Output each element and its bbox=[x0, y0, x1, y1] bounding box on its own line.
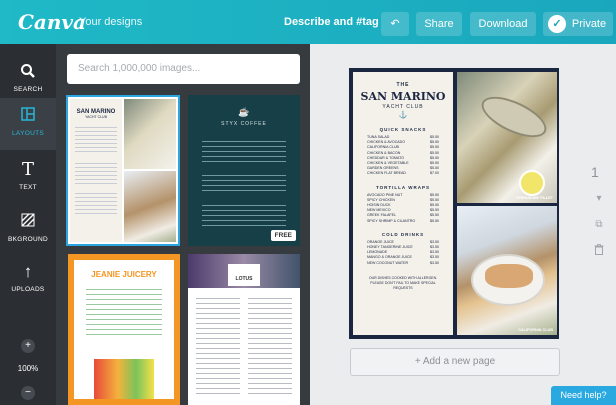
download-button[interactable]: Download bbox=[470, 12, 536, 36]
coffee-cup-icon: ☕ bbox=[238, 107, 250, 117]
menu-item-name: CHICKEN FLAT BREAD bbox=[367, 171, 407, 176]
canvas-area: THE SAN MARINO YACHT CLUB ⚓ QUICK SNACKS… bbox=[310, 44, 616, 405]
menu-the-label: THE bbox=[396, 82, 410, 88]
rail-item-text[interactable]: T TEXT bbox=[0, 152, 56, 204]
anchor-icon: ⚓ bbox=[398, 112, 408, 119]
thumbnail-salmon-photo bbox=[124, 171, 176, 242]
thumbnail-text-lines bbox=[75, 127, 117, 155]
free-badge: FREE bbox=[270, 230, 296, 241]
undo-button[interactable]: ↶ bbox=[381, 12, 409, 36]
menu-text-column[interactable]: THE SAN MARINO YACHT CLUB ⚓ QUICK SNACKS… bbox=[353, 72, 453, 335]
zoom-in-button[interactable]: + bbox=[21, 339, 35, 353]
layout-thumbnail-san-marino[interactable]: SAN MARINO YACHT CLUB bbox=[66, 95, 180, 246]
need-help-button[interactable]: Need help? bbox=[551, 386, 616, 405]
rail-item-uploads[interactable]: ↑ UPLOADS bbox=[0, 254, 56, 306]
rail-label-search: SEARCH bbox=[13, 86, 43, 93]
thumbnail-title: STYX COFFEE bbox=[221, 121, 267, 127]
thumbnail-text-lines bbox=[248, 298, 292, 398]
menu-section-title[interactable]: TORTILLA WRAPS bbox=[353, 185, 453, 190]
photo-caption: CALIFORNIA CLUB bbox=[518, 328, 553, 332]
thumbnail-fish-photo bbox=[124, 99, 176, 169]
menu-item-price: $7.00 bbox=[430, 171, 439, 176]
fish-shape bbox=[475, 88, 553, 146]
photo-caption: GRENADINE FILLET bbox=[516, 196, 553, 200]
undo-icon: ↶ bbox=[390, 18, 400, 30]
thumbnail-page: JEANIE JUICERY bbox=[74, 260, 174, 399]
page-number: 1 bbox=[591, 164, 599, 180]
design-title[interactable]: Describe and #tag bbox=[284, 16, 379, 28]
lemon-shape bbox=[519, 170, 545, 196]
your-designs-link[interactable]: Your designs bbox=[79, 16, 142, 28]
thumbnail-text-lines bbox=[75, 163, 117, 185]
layout-thumbnail-styx-coffee[interactable]: ☕ STYX COFFEE FREE bbox=[188, 95, 300, 246]
menu-title[interactable]: SAN MARINO bbox=[353, 90, 453, 103]
layout-thumbnail-jeanie-juicery[interactable]: JEANIE JUICERY bbox=[68, 254, 180, 405]
menu-footer[interactable]: OUR DISHES COOKED WITH ALLERGEN. PLEASE … bbox=[353, 276, 453, 291]
menu-section-title[interactable]: COLD DRINKS bbox=[353, 232, 453, 237]
upload-arrow-icon: ↑ bbox=[23, 262, 33, 281]
rail-item-background[interactable]: BKGROUND bbox=[0, 204, 56, 256]
menu-item[interactable]: SPICY SHRIMP & CILANTRO $5.50 bbox=[353, 219, 453, 224]
canva-logo[interactable]: Canva bbox=[18, 10, 86, 34]
menu-section-title[interactable]: QUICK SNACKS bbox=[353, 127, 453, 132]
privacy-toggle[interactable]: ✓ Private bbox=[543, 12, 613, 36]
thumbnail-text-lines bbox=[75, 193, 117, 215]
layouts-icon bbox=[0, 107, 56, 125]
menu-item-price: $5.50 bbox=[430, 218, 439, 223]
thumbnail-text-lines bbox=[196, 298, 240, 398]
thumbnail-title: JEANIE JUICERY bbox=[91, 270, 157, 279]
thumbnail-title: LOTUS bbox=[228, 264, 260, 286]
share-button[interactable]: Share bbox=[416, 12, 462, 36]
menu-subtitle[interactable]: YACHT CLUB bbox=[353, 104, 453, 110]
thumbnail-menu-column: SAN MARINO YACHT CLUB bbox=[70, 99, 122, 242]
rail-item-layouts[interactable]: LAYOUTS bbox=[0, 98, 56, 150]
zoom-out-button[interactable]: − bbox=[21, 386, 35, 400]
rail-label-layouts: LAYOUTS bbox=[12, 130, 44, 137]
search-icon bbox=[0, 63, 56, 81]
trash-icon[interactable] bbox=[592, 244, 606, 258]
background-icon bbox=[0, 213, 56, 231]
salmon-shape bbox=[485, 264, 533, 288]
copy-page-icon[interactable]: ⧉ bbox=[592, 218, 606, 232]
thumbnail-juice-photo bbox=[94, 359, 154, 399]
layout-thumbnail-lotus[interactable]: LOTUS bbox=[188, 254, 300, 405]
check-icon: ✓ bbox=[548, 15, 566, 33]
layouts-panel: Search 1,000,000 images... SAN MARINO YA… bbox=[56, 44, 310, 405]
rail-label-text: TEXT bbox=[19, 184, 37, 191]
text-icon: T bbox=[21, 159, 34, 180]
design-page[interactable]: THE SAN MARINO YACHT CLUB ⚓ QUICK SNACKS… bbox=[349, 68, 559, 339]
left-rail: SEARCH LAYOUTS T TEXT BKGROUND ↑ UPLOADS… bbox=[0, 44, 56, 405]
menu-item-name: NEW COCONUT WATER bbox=[367, 260, 409, 265]
chevron-down-icon[interactable]: ▾ bbox=[592, 192, 606, 206]
thumbnail-text-lines bbox=[202, 175, 286, 193]
menu-photo-salmon[interactable]: CALIFORNIA CLUB bbox=[457, 206, 557, 335]
thumbnail-text-lines bbox=[202, 205, 286, 227]
zoom-level: 100% bbox=[17, 364, 39, 373]
menu-item[interactable]: NEW COCONUT WATER $3.50 bbox=[353, 261, 453, 266]
menu-item-price: $3.50 bbox=[430, 260, 439, 265]
thumbnail-text-lines bbox=[86, 289, 162, 337]
top-bar: Canva Your designs Describe and #tag ↶ S… bbox=[0, 0, 616, 44]
thumbnail-text-lines bbox=[202, 141, 286, 163]
menu-photo-fish[interactable]: GRENADINE FILLET bbox=[457, 72, 557, 203]
add-new-page-button[interactable]: + Add a new page bbox=[350, 348, 560, 376]
menu-item[interactable]: CHICKEN FLAT BREAD $7.00 bbox=[353, 171, 453, 176]
private-label: Private bbox=[571, 18, 607, 30]
menu-sections: QUICK SNACKS TUNA SALAD $5.50 CHICKEN & AVO… bbox=[353, 127, 453, 266]
rail-label-uploads: UPLOADS bbox=[11, 286, 45, 293]
menu-item-name: SPICY SHRIMP & CILANTRO bbox=[367, 218, 416, 223]
image-search-input[interactable]: Search 1,000,000 images... bbox=[67, 54, 300, 84]
thumbnail-subtitle: YACHT CLUB bbox=[85, 115, 107, 119]
rail-label-background: BKGROUND bbox=[8, 236, 48, 243]
